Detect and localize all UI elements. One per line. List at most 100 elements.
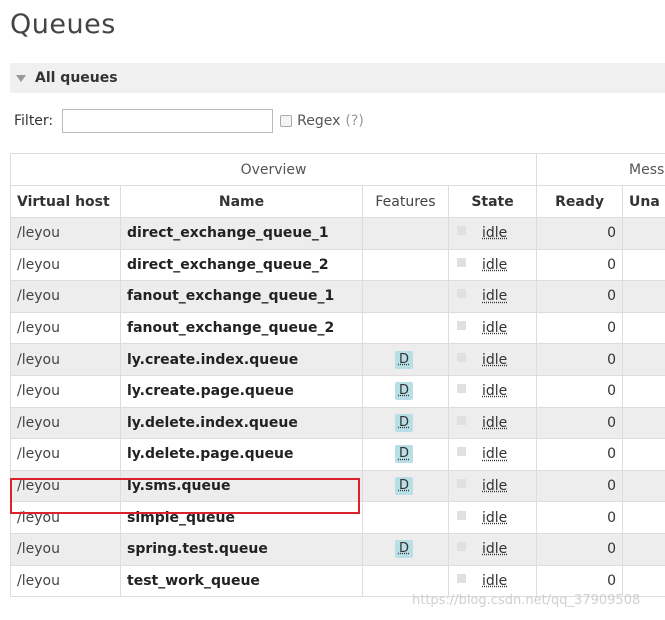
- queue-name-link[interactable]: ly.delete.page.queue: [120, 438, 363, 471]
- table-row: /leyou ly.sms.queue Didle 0: [10, 469, 665, 503]
- col-virtual-host[interactable]: Virtual host: [10, 185, 121, 218]
- features-cell: D: [362, 374, 449, 408]
- table-row: /leyou ly.create.page.queue Didle 0: [10, 374, 665, 408]
- queue-name-link[interactable]: simple_queue: [120, 501, 363, 534]
- state-cell: idle: [447, 532, 538, 566]
- features-cell: [362, 501, 449, 534]
- vhost-cell: /leyou: [10, 311, 121, 345]
- state-square-icon: [457, 257, 466, 267]
- features-cell: [362, 217, 449, 250]
- vhost-cell: /leyou: [10, 532, 121, 566]
- state-label[interactable]: idle: [482, 478, 507, 494]
- state-label[interactable]: idle: [482, 573, 507, 589]
- state-label[interactable]: idle: [482, 352, 507, 368]
- queue-name-link[interactable]: test_work_queue: [120, 564, 363, 598]
- table-row: /leyou test_work_queue idle 0: [10, 564, 665, 598]
- unacked-cell: [622, 248, 665, 282]
- vhost-cell: /leyou: [10, 564, 121, 598]
- regex-help-link[interactable]: (?): [345, 113, 363, 129]
- table-row: /leyou simple_queue idle 0: [10, 501, 665, 534]
- page-title: Queues: [10, 9, 116, 40]
- state-label[interactable]: idle: [482, 257, 507, 273]
- vhost-cell: /leyou: [10, 217, 121, 250]
- durable-badge[interactable]: D: [395, 540, 413, 559]
- queue-name-link[interactable]: fanout_exchange_queue_2: [120, 311, 363, 345]
- watermark: https://blog.csdn.net/qq_37909508: [412, 593, 641, 608]
- ready-count: 0: [536, 217, 624, 250]
- section-title: All queues: [35, 70, 118, 86]
- state-square-icon: [457, 384, 466, 394]
- ready-count: 0: [536, 532, 624, 566]
- state-square-icon: [457, 573, 466, 583]
- col-unacked[interactable]: Una: [622, 185, 665, 218]
- queue-name-link[interactable]: direct_exchange_queue_2: [120, 248, 363, 282]
- features-cell: D: [362, 438, 449, 471]
- col-name[interactable]: Name: [120, 185, 363, 218]
- ready-count: 0: [536, 374, 624, 408]
- unacked-cell: [622, 406, 665, 440]
- table-row: /leyou ly.delete.page.queue Didle 0: [10, 438, 665, 471]
- features-cell: [362, 564, 449, 598]
- state-label[interactable]: idle: [482, 383, 507, 399]
- durable-badge[interactable]: D: [395, 350, 413, 369]
- state-cell: idle: [447, 311, 538, 345]
- state-square-icon: [457, 510, 466, 520]
- filter-label: Filter:: [14, 113, 54, 129]
- state-label[interactable]: idle: [482, 225, 507, 241]
- durable-badge[interactable]: D: [395, 382, 413, 401]
- durable-badge[interactable]: D: [395, 477, 413, 496]
- col-state[interactable]: State: [447, 185, 538, 218]
- state-label[interactable]: idle: [482, 446, 507, 462]
- queue-name-link[interactable]: fanout_exchange_queue_1: [120, 280, 363, 313]
- state-cell: idle: [447, 469, 538, 503]
- durable-badge[interactable]: D: [395, 445, 413, 464]
- state-label[interactable]: idle: [482, 288, 507, 304]
- ready-count: 0: [536, 438, 624, 471]
- messages-group-header: Mess: [536, 153, 665, 186]
- state-cell: idle: [447, 374, 538, 408]
- all-queues-section-toggle[interactable]: All queues: [10, 63, 665, 93]
- features-cell: [362, 311, 449, 345]
- state-square-icon: [457, 352, 466, 362]
- features-cell: D: [362, 343, 449, 376]
- queue-name-link[interactable]: ly.create.index.queue: [120, 343, 363, 376]
- ready-count: 0: [536, 248, 624, 282]
- unacked-cell: [622, 374, 665, 408]
- durable-badge[interactable]: D: [395, 413, 413, 432]
- state-label[interactable]: idle: [482, 415, 507, 431]
- table-row: /leyou ly.delete.index.queue Didle 0: [10, 406, 665, 440]
- unacked-cell: [622, 564, 665, 598]
- queue-name-link[interactable]: direct_exchange_queue_1: [120, 217, 363, 250]
- state-label[interactable]: idle: [482, 541, 507, 557]
- state-label[interactable]: idle: [482, 320, 507, 336]
- col-features: Features: [362, 185, 449, 218]
- table-row: /leyou ly.create.index.queue Didle 0: [10, 343, 665, 376]
- regex-checkbox[interactable]: [280, 115, 293, 127]
- unacked-cell: [622, 469, 665, 503]
- overview-group-header: Overview: [10, 153, 538, 186]
- col-ready[interactable]: Ready: [536, 185, 624, 218]
- state-square-icon: [457, 479, 466, 489]
- queue-name-link[interactable]: ly.create.page.queue: [120, 374, 363, 408]
- features-cell: [362, 280, 449, 313]
- state-cell: idle: [447, 217, 538, 250]
- vhost-cell: /leyou: [10, 248, 121, 282]
- state-square-icon: [457, 415, 466, 425]
- vhost-cell: /leyou: [10, 501, 121, 534]
- filter-input[interactable]: [62, 109, 274, 133]
- queue-name-link[interactable]: ly.sms.queue: [120, 469, 363, 503]
- unacked-cell: [622, 438, 665, 471]
- vhost-cell: /leyou: [10, 469, 121, 503]
- queue-name-link[interactable]: spring.test.queue: [120, 532, 363, 566]
- table-row: /leyou direct_exchange_queue_2 idle 0: [10, 248, 665, 282]
- vhost-cell: /leyou: [10, 438, 121, 471]
- features-cell: D: [362, 406, 449, 440]
- state-cell: idle: [447, 406, 538, 440]
- queue-name-link[interactable]: ly.delete.index.queue: [120, 406, 363, 440]
- features-cell: D: [362, 532, 449, 566]
- table-row: /leyou fanout_exchange_queue_2 idle 0: [10, 311, 665, 345]
- vhost-cell: /leyou: [10, 343, 121, 376]
- ready-count: 0: [536, 343, 624, 376]
- state-label[interactable]: idle: [482, 510, 507, 526]
- table-row: /leyou fanout_exchange_queue_1 idle 0: [10, 280, 665, 313]
